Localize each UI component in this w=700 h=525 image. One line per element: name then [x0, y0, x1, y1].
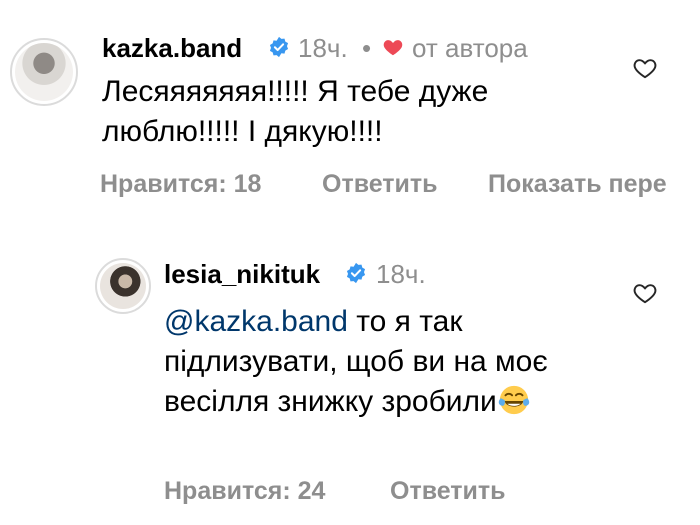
mention-link[interactable]: @kazka.band [164, 305, 348, 338]
creator-liked-heart-icon [383, 40, 403, 56]
avatar-image [100, 263, 146, 309]
comment-text: @kazka.band то я так підлизувати, щоб ви… [164, 302, 584, 422]
likes-count-button[interactable]: Нравится: 24 [164, 477, 325, 506]
reply-button[interactable]: Ответить [390, 477, 506, 506]
reply-button[interactable]: Ответить [322, 170, 438, 199]
avatar-lesia-nikituk[interactable] [95, 258, 151, 314]
likes-count-button[interactable]: Нравится: 18 [100, 170, 261, 199]
verified-badge-icon [269, 36, 289, 58]
like-heart-icon[interactable] [632, 280, 658, 306]
verified-badge-icon [346, 262, 366, 284]
username[interactable]: lesia_nikituk [164, 259, 320, 290]
timestamp: 18ч. [376, 259, 426, 289]
show-translation-button[interactable]: Показать пере [488, 170, 667, 199]
avatar-image [15, 43, 73, 101]
by-author-label: от автора [412, 33, 528, 63]
tears-of-joy-emoji-icon [498, 385, 530, 415]
avatar-kazka-band[interactable] [10, 38, 78, 106]
like-heart-icon[interactable] [632, 55, 658, 81]
comment-text: Лесяяяяяяя!!!!! Я тебе дуже люблю!!!!! І… [102, 75, 489, 148]
username[interactable]: kazka.band [102, 33, 242, 64]
timestamp: 18ч. [298, 33, 348, 63]
separator: • [362, 33, 372, 63]
